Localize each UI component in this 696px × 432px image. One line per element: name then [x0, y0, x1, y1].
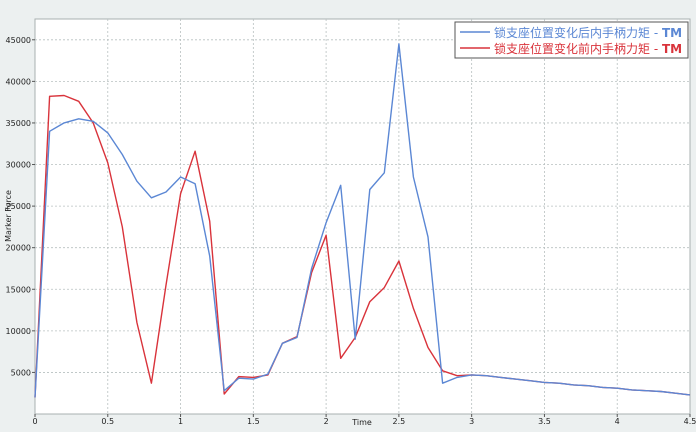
x-tick-label: 3: [469, 417, 474, 426]
y-tick-label: 35000: [6, 119, 31, 128]
y-tick-label: 40000: [6, 77, 31, 86]
legend-entry-after-sep: -: [654, 26, 662, 40]
x-tick-label: 2: [324, 417, 329, 426]
x-axis-title: Time: [351, 418, 372, 427]
legend-entry-before: 锁支座位置变化前内手柄力矩 - TM: [494, 41, 682, 56]
plot-area: [34, 18, 691, 415]
y-tick-label: 5000: [11, 368, 31, 377]
y-axis-title: Marker Force: [4, 190, 13, 242]
x-tick-label: 2.5: [393, 417, 406, 426]
y-tick-label: 15000: [6, 285, 31, 294]
x-tick-label: 1.5: [247, 417, 260, 426]
legend-entry-before-name: 锁支座位置变化前内手柄力矩: [494, 41, 650, 56]
legend-entry-before-tag: TM: [662, 42, 682, 56]
x-tick-label: 0.5: [101, 417, 114, 426]
legend: 锁支座位置变化后内手柄力矩 - TM 锁支座位置变化前内手柄力矩 - TM: [454, 21, 689, 59]
line-chart: 0 0.5 1 1.5 2 2.5 3 3.5 4 4.550001000015000200002…: [0, 0, 696, 428]
y-tick-label: 45000: [6, 36, 31, 45]
y-tick-label: 10000: [6, 327, 31, 336]
x-tick-label: 4: [615, 417, 620, 426]
chart-root: 0 0.5 1 1.5 2 2.5 3 3.5 4 4.5 5000 10000 15000 20000 2…: [0, 0, 696, 428]
x-tick-label: 0: [32, 417, 37, 426]
x-tick-label: 3.5: [538, 417, 551, 426]
x-tick-label: 1: [178, 417, 183, 426]
x-tick-label: 4.5: [684, 417, 696, 426]
legend-entry-after-tag: TM: [662, 26, 682, 40]
y-tick-label: 30000: [6, 161, 31, 170]
legend-entry-after: 锁支座位置变化后内手柄力矩 - TM: [494, 25, 682, 40]
legend-entry-after-name: 锁支座位置变化后内手柄力矩: [494, 25, 650, 40]
legend-entry-before-sep: -: [654, 42, 662, 56]
y-tick-label: 20000: [6, 244, 31, 253]
